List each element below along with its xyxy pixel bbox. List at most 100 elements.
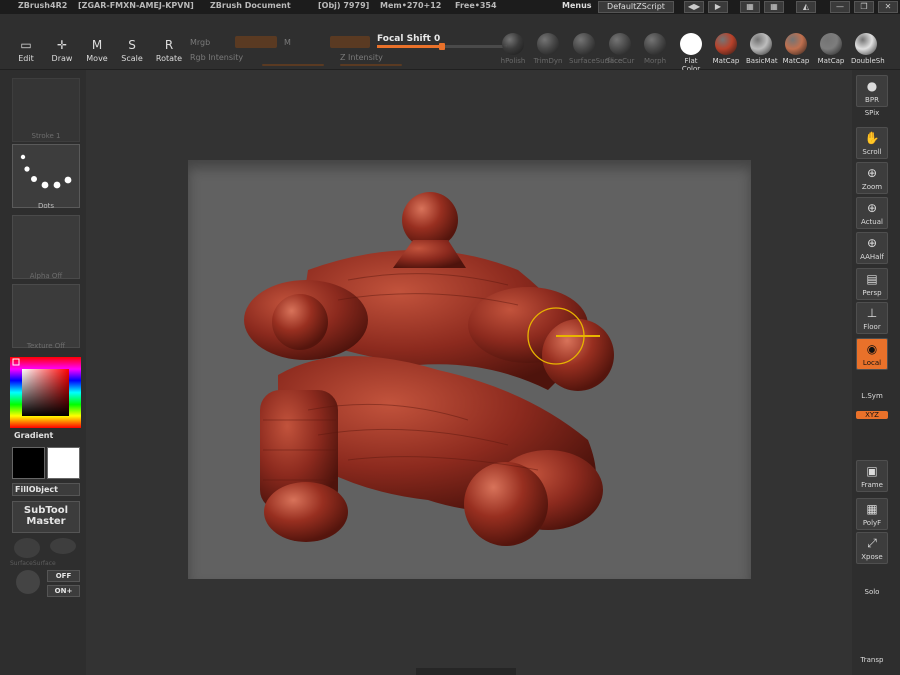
draw-icon: ✛ (56, 38, 68, 52)
gradient-toggle[interactable]: Gradient (14, 431, 53, 440)
focal-shift-fill (377, 45, 442, 48)
restore-icon[interactable]: ❐ (854, 1, 874, 13)
m-label[interactable]: M (284, 38, 291, 47)
rgb-intensity-label[interactable]: Rgb Intensity (190, 53, 243, 62)
z-intensity-slider[interactable] (340, 64, 402, 66)
dots-label: Dots (37, 202, 55, 210)
zoom-label: Zoom (861, 183, 883, 191)
on-button[interactable]: ON+ (47, 585, 80, 597)
material-item[interactable]: DoubleSh (851, 33, 885, 65)
solo-button[interactable]: Solo (856, 588, 888, 596)
dots-stroke-thumbnail[interactable] (12, 144, 80, 208)
actual-icon: ⊕ (866, 201, 878, 215)
polyf-icon: ▦ (866, 502, 878, 516)
material-item[interactable]: TrimDyn (533, 33, 563, 65)
edit-icon: ▭ (20, 38, 32, 52)
move-tool-button[interactable]: M Move (82, 36, 112, 66)
surface-icon[interactable] (14, 538, 40, 558)
material-item[interactable]: Flat Color (676, 33, 706, 73)
scale-tool-button[interactable]: S Scale (117, 36, 147, 66)
focal-shift-slider[interactable] (377, 43, 507, 50)
material-ball-icon (609, 33, 631, 55)
lsym-button[interactable]: L.Sym (856, 392, 888, 400)
material-ball-icon (537, 33, 559, 55)
local-button[interactable]: ◉ Local (856, 338, 888, 370)
frame-label: Frame (861, 481, 883, 489)
canvas-area (86, 70, 852, 675)
rotate-tool-button[interactable]: R Rotate (154, 36, 184, 66)
transp-button[interactable]: Transp (856, 656, 888, 664)
bottom-tray-handle[interactable] (416, 668, 516, 675)
persp-button[interactable]: ▤ Persp (856, 268, 888, 300)
material-item[interactable]: hPolish (498, 33, 528, 65)
scroll-button[interactable]: ✋ Scroll (856, 127, 888, 159)
texture-thumbnail[interactable] (12, 284, 80, 348)
minimize-icon[interactable]: — (830, 1, 850, 13)
polyf-button[interactable]: ▦ PolyF (856, 498, 888, 530)
sculpt-model[interactable] (188, 160, 751, 579)
rgb-slot[interactable] (235, 36, 277, 48)
material-item[interactable]: SurfaceSurface (569, 33, 622, 65)
xpose-button[interactable]: ⤢ Xpose (856, 532, 888, 564)
secondary-color-swatch[interactable] (47, 447, 80, 479)
frame-button[interactable]: ▣ Frame (856, 460, 888, 492)
material-item[interactable]: Morph (640, 33, 670, 65)
material-item[interactable]: MatCap (781, 33, 811, 65)
title-bar: ZBrush4R2 [ZGAR-FMXN-AMEJ-KPVN] ZBrush D… (0, 0, 900, 14)
zoom-button[interactable]: ⊕ Zoom (856, 162, 888, 194)
stroke-label: Stroke 1 (31, 132, 61, 140)
z-intensity-label[interactable]: Z Intensity (340, 53, 383, 62)
zoom-icon: ⊕ (866, 166, 878, 180)
material-ball-icon (855, 33, 877, 55)
primary-color-swatch[interactable] (12, 447, 45, 479)
bpr-button[interactable]: ● BPR (856, 75, 888, 107)
material-item[interactable]: MatCap (711, 33, 741, 65)
default-zscript-button[interactable]: DefaultZScript (598, 1, 674, 13)
material-item[interactable]: BasicMat (746, 33, 778, 65)
fill-object-button[interactable]: FillObject (12, 483, 80, 496)
left-tray: Stroke 1 Dots Alpha Off Texture Off Grad… (0, 70, 86, 675)
sphere-icon[interactable] (50, 538, 76, 554)
document-canvas[interactable] (188, 160, 751, 579)
material-label: Morph (643, 57, 667, 65)
serial-number: [ZGAR-FMXN-AMEJ-KPVN] (78, 1, 194, 10)
material-label: MatCap (817, 57, 845, 65)
xyz-button[interactable]: XYZ (856, 411, 888, 419)
material-item[interactable]: SliceCur (605, 33, 635, 65)
alpha-thumbnail[interactable] (12, 215, 80, 279)
close-icon[interactable]: ✕ (878, 1, 898, 13)
edit-tool-button[interactable]: ▭ Edit (11, 36, 41, 66)
material-label: TrimDyn (533, 57, 563, 65)
actual-label: Actual (861, 218, 883, 226)
script-arrows-icon[interactable]: ◀▶ (684, 1, 704, 13)
surface-label: SurfaceSurface (10, 560, 56, 567)
layout-one-icon[interactable]: ▦ (740, 1, 760, 13)
lock-icon[interactable]: ◭ (796, 1, 816, 13)
actual-button[interactable]: ⊕ Actual (856, 197, 888, 229)
floor-button[interactable]: ⊥ Floor (856, 302, 888, 334)
focal-shift-label[interactable]: Focal Shift 0 (377, 34, 440, 44)
layout-two-icon[interactable]: ▦ (764, 1, 784, 13)
zadd-slot[interactable] (330, 36, 370, 48)
off-button[interactable]: OFF (47, 570, 80, 582)
material-label: MatCap (712, 57, 740, 65)
material-item[interactable]: MatCap (816, 33, 846, 65)
mrgb-label[interactable]: Mrgb (190, 38, 210, 47)
move-icon: M (91, 38, 103, 52)
menus-toggle[interactable]: Menus (562, 1, 592, 10)
texture-label: Texture Off (26, 342, 66, 350)
aahalf-button[interactable]: ⊕ AAHalf (856, 232, 888, 264)
script-nav-icon[interactable]: ▶ (708, 1, 728, 13)
aahalf-label: AAHalf (860, 253, 884, 261)
subtool-master-button[interactable]: SubTool Master (12, 501, 80, 533)
material-ball-icon (820, 33, 842, 55)
document-title: ZBrush Document (210, 1, 291, 10)
frame-icon: ▣ (866, 464, 878, 478)
xpose-label: Xpose (861, 553, 883, 561)
focal-shift-knob[interactable] (439, 43, 445, 50)
spix-slider[interactable]: SPix (856, 109, 888, 117)
rgb-intensity-slider[interactable] (262, 64, 324, 66)
color-picker[interactable] (10, 357, 81, 428)
draw-tool-button[interactable]: ✛ Draw (47, 36, 77, 66)
solo-brush-icon[interactable] (16, 570, 40, 594)
